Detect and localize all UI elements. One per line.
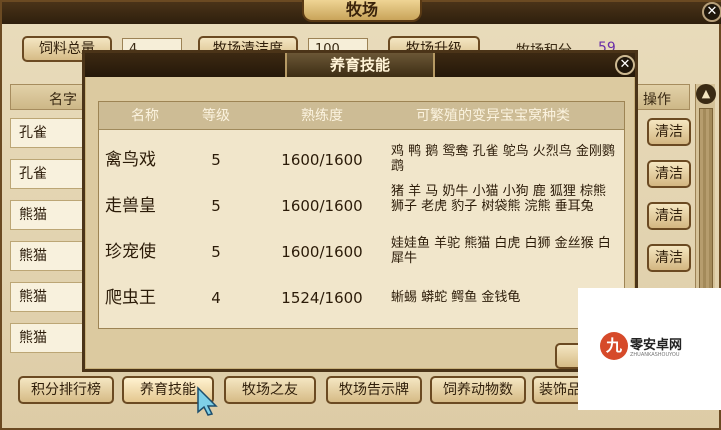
skill-name: 走兽皇 — [105, 196, 156, 216]
scroll-up-icon[interactable]: ▲ — [696, 84, 716, 104]
skill-table: 名称 等级 熟练度 可繁殖的变异宝宝窝种类 禽鸟戏 5 1600/1600 鸡 … — [98, 101, 625, 329]
skill-table-header: 名称 等级 熟练度 可繁殖的变异宝宝窝种类 — [99, 102, 624, 130]
tab-points-ranking[interactable]: 积分排行榜 — [18, 376, 114, 404]
skill-name: 爬虫王 — [105, 288, 156, 308]
skill-name: 珍宠使 — [105, 242, 156, 262]
ranch-title: 牧场 — [302, 0, 422, 22]
skill-species: 猪 羊 马 奶牛 小猫 小狗 鹿 狐狸 棕熊 狮子 老虎 豹子 树袋熊 浣熊 垂… — [391, 184, 607, 214]
skill-row: 走兽皇 5 1600/1600 猪 羊 马 奶牛 小猫 小狗 鹿 狐狸 棕熊 狮… — [99, 184, 624, 228]
list-name-column: 名字 — [49, 92, 77, 108]
tab-animal-count[interactable]: 饲养动物数 — [430, 376, 526, 404]
col-proficiency-header: 熟练度 — [301, 108, 343, 124]
watermark-logo-icon: 九 — [600, 332, 628, 360]
skill-proficiency: 1524/1600 — [281, 289, 363, 307]
skill-level: 5 — [211, 151, 221, 169]
panel-title: 养育技能 — [285, 53, 435, 77]
skill-proficiency: 1600/1600 — [281, 243, 363, 261]
skill-level: 5 — [211, 243, 221, 261]
animal-row[interactable]: 熊猫 — [10, 241, 88, 271]
tab-ranch-friends[interactable]: 牧场之友 — [224, 376, 316, 404]
watermark: 九 零安卓网 ZHUANKASHOUYOU — [578, 288, 721, 410]
animal-row[interactable]: 熊猫 — [10, 200, 88, 230]
skill-row: 禽鸟戏 5 1600/1600 鸡 鸭 鹅 鸳鸯 孔雀 鸵鸟 火烈鸟 金刚鹦鹉 — [99, 138, 624, 182]
animal-row[interactable]: 孔雀 — [10, 118, 88, 148]
pointer-cursor-icon — [197, 386, 218, 416]
skill-level: 4 — [211, 289, 221, 307]
skill-row: 珍宠使 5 1600/1600 娃娃鱼 羊驼 熊猫 白虎 白狮 金丝猴 白犀牛 — [99, 230, 624, 274]
ranch-close-icon[interactable]: ✕ — [702, 2, 721, 22]
skill-species: 鸡 鸭 鹅 鸳鸯 孔雀 鸵鸟 火烈鸟 金刚鹦鹉 — [391, 144, 615, 174]
list-action-column: 操作 — [643, 92, 671, 108]
breeding-skills-panel: 养育技能 ✕ 名称 等级 熟练度 可繁殖的变异宝宝窝种类 禽鸟戏 5 1600/… — [82, 50, 638, 372]
col-species-header: 可繁殖的变异宝宝窝种类 — [416, 108, 570, 124]
skill-name: 禽鸟戏 — [105, 150, 156, 170]
skill-species: 娃娃鱼 羊驼 熊猫 白虎 白狮 金丝猴 白犀牛 — [391, 236, 611, 266]
skill-proficiency: 1600/1600 — [281, 151, 363, 169]
watermark-text: 零安卓网 — [630, 338, 683, 353]
watermark-subtext: ZHUANKASHOUYOU — [630, 352, 680, 358]
clean-button[interactable]: 清洁 — [647, 118, 691, 146]
skill-row: 爬虫王 4 1524/1600 蜥蜴 蟒蛇 鳄鱼 金钱龟 — [99, 276, 624, 320]
col-name-header: 名称 — [131, 108, 159, 124]
animal-row[interactable]: 孔雀 — [10, 159, 88, 189]
col-level-header: 等级 — [202, 108, 230, 124]
clean-button[interactable]: 清洁 — [647, 244, 691, 272]
skill-level: 5 — [211, 197, 221, 215]
animal-row[interactable]: 熊猫 — [10, 323, 88, 353]
clean-button[interactable]: 清洁 — [647, 202, 691, 230]
clean-button[interactable]: 清洁 — [647, 160, 691, 188]
panel-close-icon[interactable]: ✕ — [615, 55, 635, 75]
tab-notice-board[interactable]: 牧场告示牌 — [326, 376, 422, 404]
skill-proficiency: 1600/1600 — [281, 197, 363, 215]
animal-row[interactable]: 熊猫 — [10, 282, 88, 312]
